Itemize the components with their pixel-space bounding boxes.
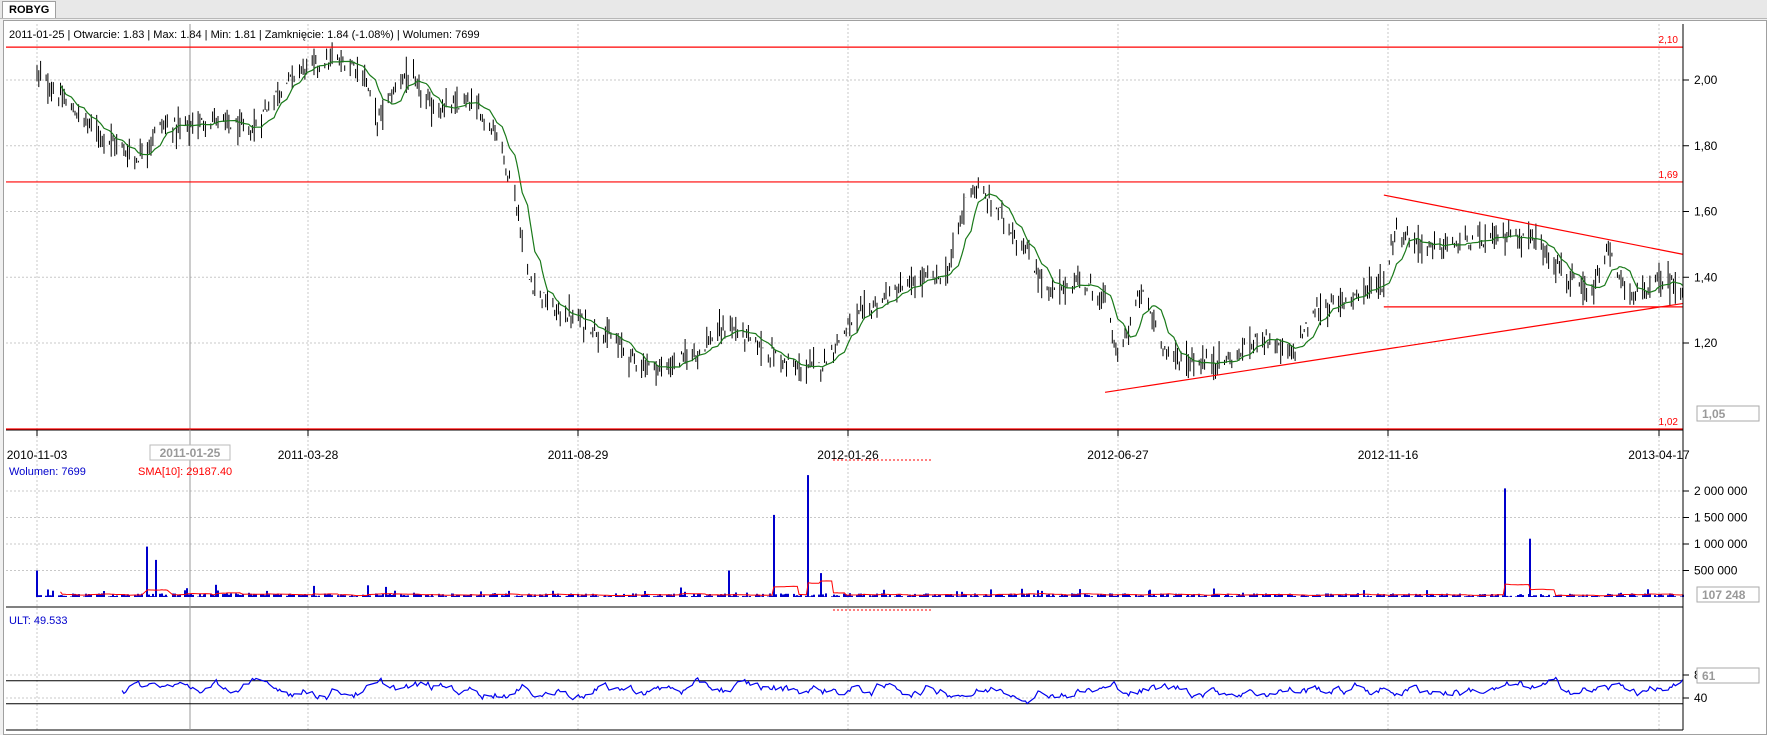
level-label: 1,69 (1659, 170, 1679, 181)
volume-sma-line (60, 580, 1683, 597)
level-label: 2,10 (1659, 35, 1679, 46)
price-current-value: 1,05 (1702, 407, 1726, 421)
volume-bars (36, 475, 1684, 597)
ult-line (121, 676, 1684, 705)
price-sma-line (59, 60, 1683, 369)
x-tick-label: 2011-08-29 (548, 448, 609, 462)
volume-label: Wolumen: 7699 (9, 466, 86, 478)
y-tick-label: 2 000 000 (1694, 484, 1748, 498)
gridlines (6, 24, 1683, 730)
ult-current-value: 61 (1702, 669, 1716, 683)
price-bars (36, 42, 1683, 386)
y-tick-label: 1,40 (1694, 270, 1718, 284)
chart-canvas[interactable]: 2,10 1,69 1,02 2010-11-03 2011-03-28 2011-08… (0, 0, 1767, 735)
cursor-date-label: 2011-01-25 (160, 446, 221, 460)
x-tick-label: 2013-04-17 (1628, 448, 1690, 462)
price-info-line: 2011-01-25 | Otwarcie: 1.83 | Max: 1.84 … (9, 29, 480, 41)
x-tick-label: 2012-11-16 (1358, 448, 1419, 462)
horizontal-levels: 2,10 1,69 1,02 (6, 35, 1683, 430)
y-tick-label: 1 000 000 (1694, 537, 1748, 551)
ult-label: ULT: 49.533 (9, 615, 68, 627)
x-tick-label: 2011-03-28 (278, 448, 339, 462)
x-tick-label: 2010-11-03 (7, 448, 68, 462)
ult-reference-lines (6, 680, 1683, 705)
volume-sma-label: SMA[10]: 29187.40 (138, 466, 232, 478)
y-tick-label: 40 (1694, 691, 1708, 705)
y-tick-label: 1,80 (1694, 139, 1718, 153)
volume-current-value: 107 248 (1702, 588, 1746, 602)
y-tick-label: 1,60 (1694, 205, 1718, 219)
y-tick-label: 1,20 (1694, 336, 1718, 350)
y-tick-label: 2,00 (1694, 73, 1718, 87)
y-tick-label: 500 000 (1694, 564, 1738, 578)
level-label: 1,02 (1659, 417, 1679, 428)
y-axis-ticks: 1,20 1,40 1,60 1,80 2,00 500 000 1 000 000 1 50… (1682, 24, 1748, 730)
x-tick-label: 2012-06-27 (1087, 448, 1149, 462)
trend-lines (1104, 194, 1683, 393)
y-tick-label: 1 500 000 (1694, 511, 1748, 525)
